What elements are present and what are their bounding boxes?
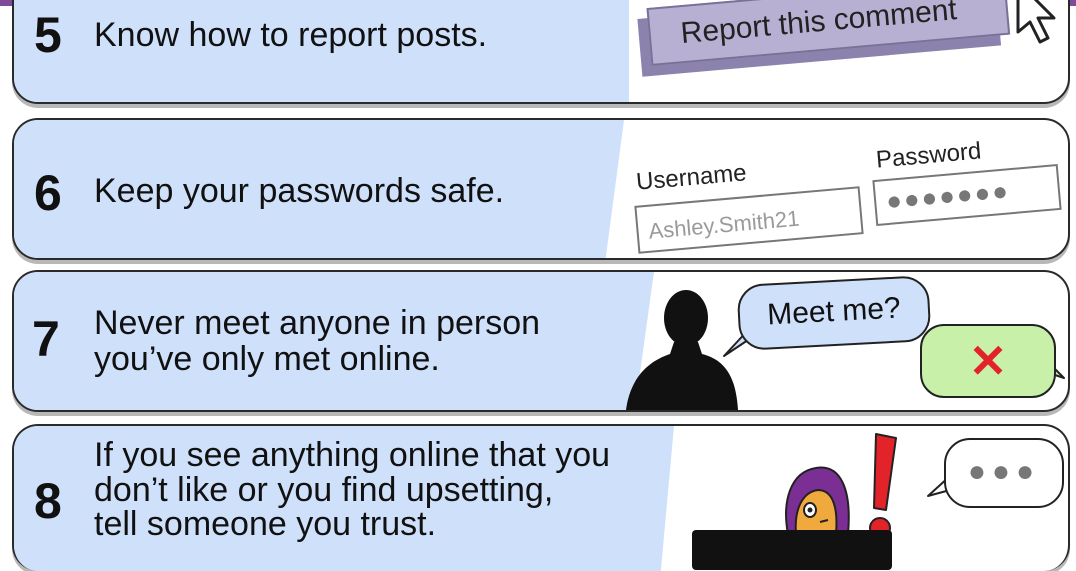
tip-line: Never meet anyone in person [94,304,541,342]
tip-card-7: 7 Never meet anyone in person you’ve onl… [12,270,1070,412]
tip-number: 8 [34,473,62,529]
tip-line: tell someone you trust. [94,505,437,544]
tip-number: 5 [34,7,62,63]
tip-card-8: 8 If you see anything online that you do… [12,424,1070,571]
typing-dots: ●●● [967,455,1041,488]
tip-number: 6 [34,165,62,221]
reject-speech-bubble: ✕ [920,324,1056,398]
mouse-cursor-icon [1016,0,1056,44]
tip-text: Know how to report posts. [94,16,488,54]
tip-line: Know how to report posts. [94,16,488,54]
username-label: Username [634,159,748,196]
password-field[interactable]: ●●●●●●● [872,163,1062,227]
typing-speech-bubble: ●●● [944,438,1064,508]
report-comment-button[interactable]: Report this comment [646,0,1011,66]
tip-number: 7 [32,311,60,367]
tip-text: Keep your passwords safe. [94,172,505,210]
tip-line: Keep your passwords safe. [94,172,505,210]
red-x-icon: ✕ [968,335,1008,387]
password-label: Password [874,137,983,174]
tip-line: you’ve only met online. [94,339,440,378]
tip-card-6: 6 Keep your passwords safe. Username Ash… [12,118,1070,260]
tip-line: If you see anything online that you [94,436,611,474]
meet-me-speech-bubble: Meet me? [736,275,932,351]
worried-girl-icon [785,466,850,534]
tip-card-5: 5 Know how to report posts. Report this … [12,0,1070,104]
username-field[interactable]: Ashley.Smith21 [634,186,864,254]
tip-text: Never meet anyone in person you’ve only … [94,304,541,378]
tip-line: don’t like or you find upsetting, [94,470,554,509]
laptop-shape [692,530,892,570]
tip-text: If you see anything online that you don’… [94,438,610,542]
